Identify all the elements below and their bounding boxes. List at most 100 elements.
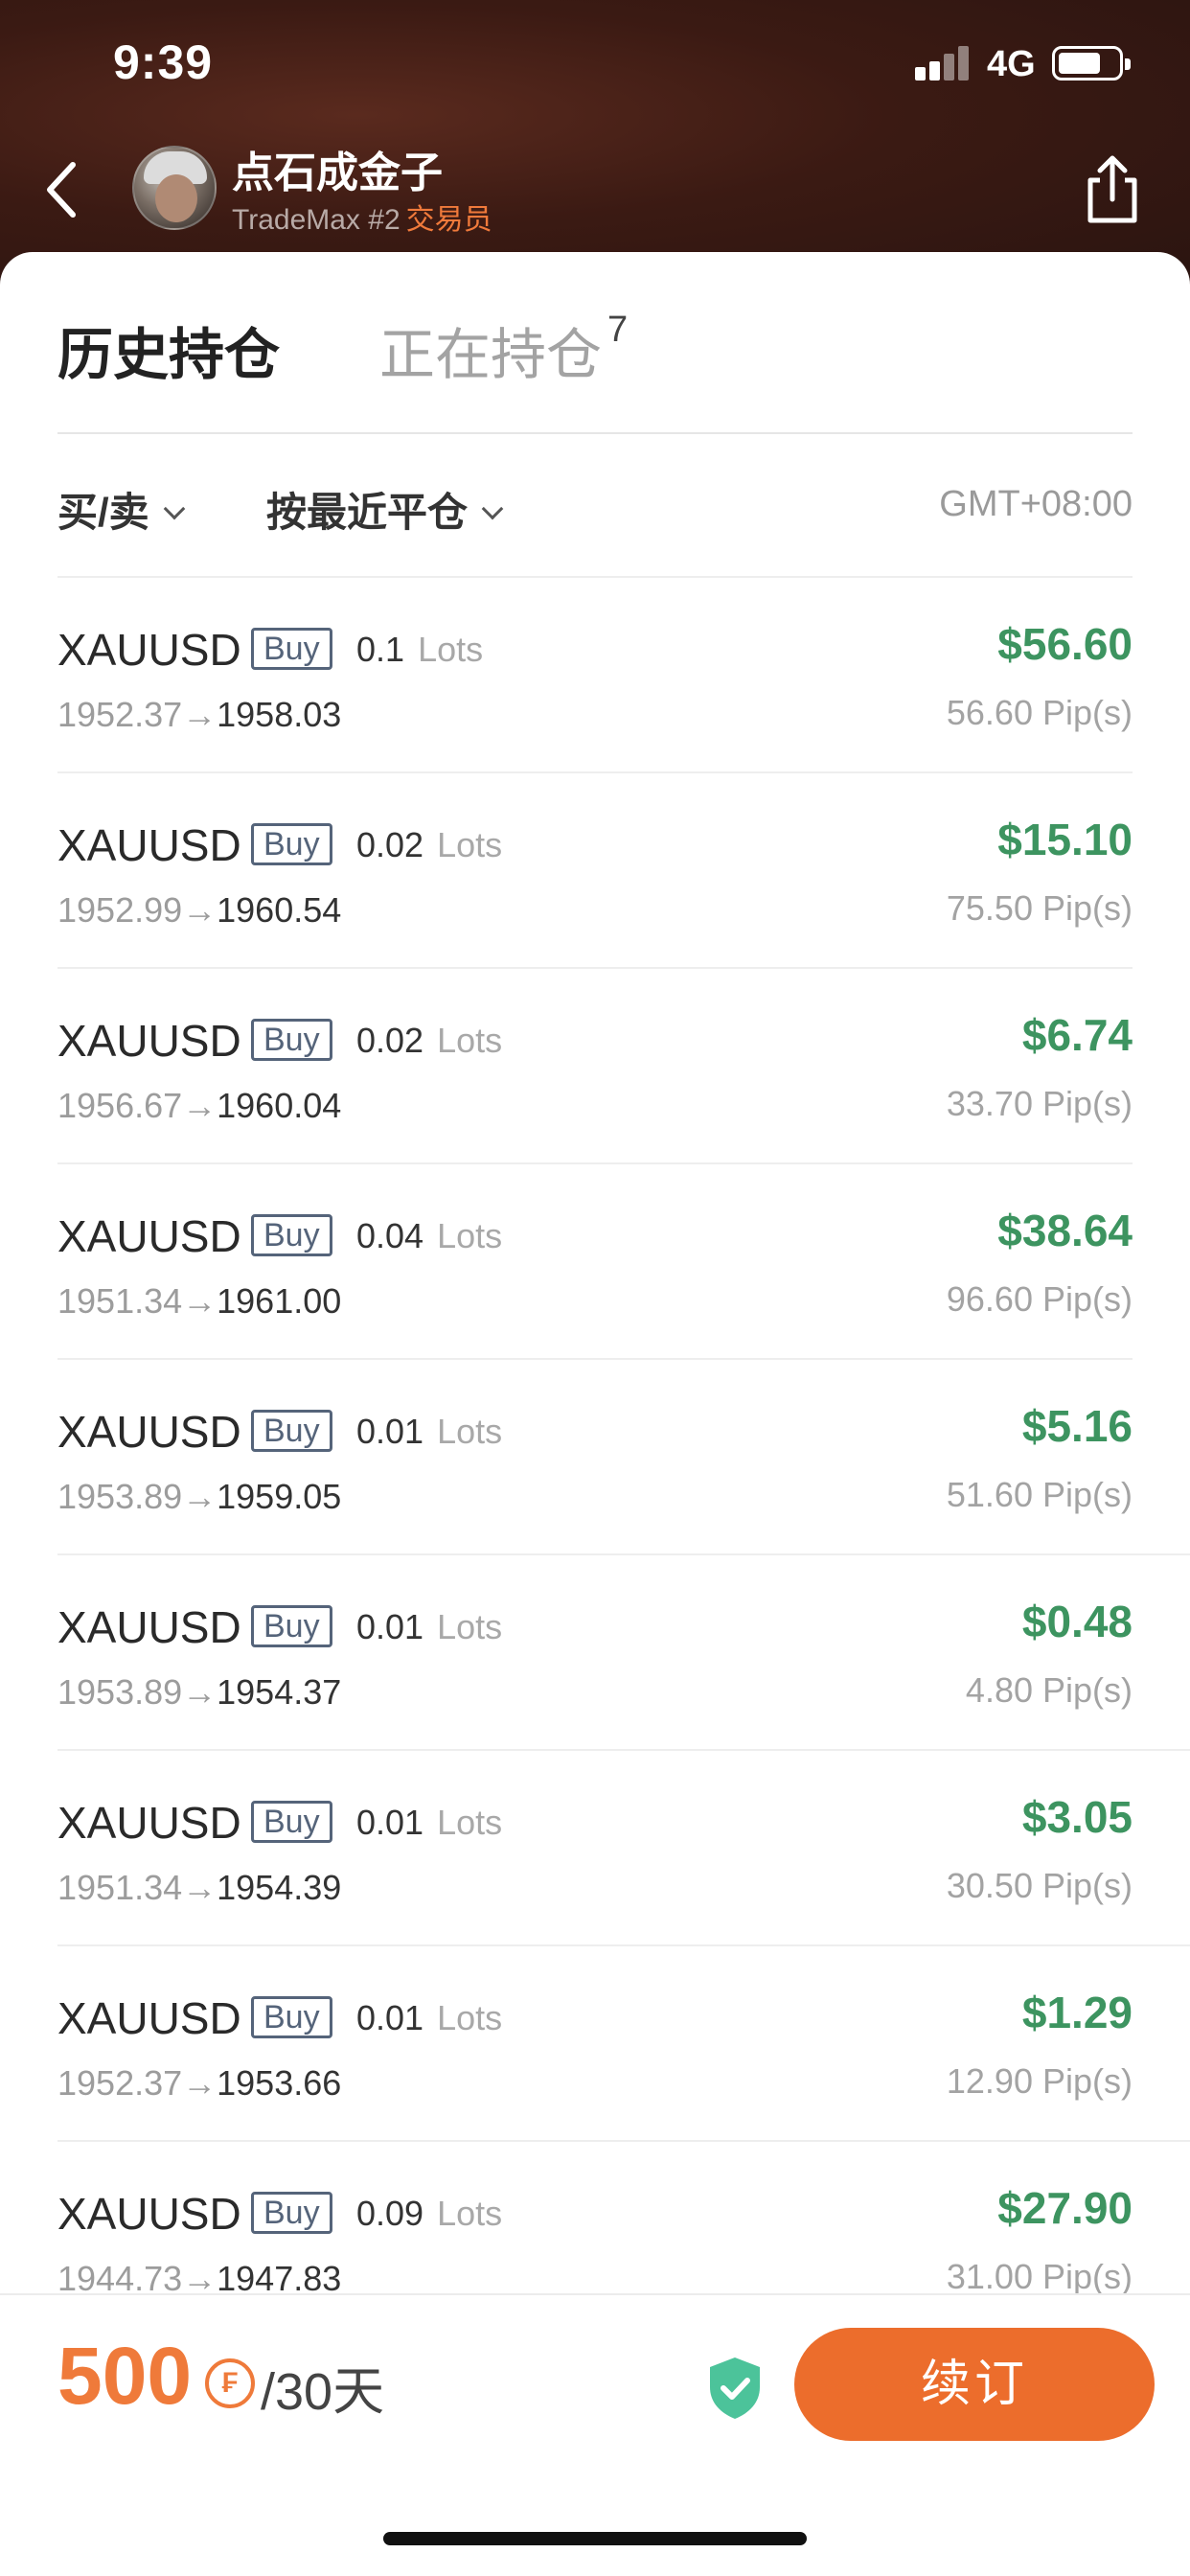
profit-value: $6.74: [1021, 1010, 1133, 1060]
side-filter-dropdown[interactable]: 买/卖: [57, 480, 185, 539]
side-badge: Buy: [251, 1019, 332, 1061]
filter-bar: 买/卖 按最近平仓 GMT+08:00: [57, 434, 1133, 578]
trader-subtitle: TradeMax #2 交易员: [232, 196, 492, 238]
close-price: 1959.05: [217, 1477, 342, 1516]
profit-value: $38.64: [997, 1206, 1133, 1255]
side-badge: Buy: [251, 1801, 332, 1843]
symbol-label: XAUUSD: [57, 1798, 241, 1848]
lots-size: 0.02: [356, 1021, 424, 1060]
lots-unit: Lots: [437, 1216, 503, 1255]
chevron-down-icon: [163, 497, 185, 520]
position-row[interactable]: XAUUSD Buy 0.01 Lots 1953.89→1954.37 $0.48 4.…: [57, 1555, 1190, 1751]
coin-icon: ₣: [205, 2358, 255, 2408]
profit-value: $5.16: [1021, 1401, 1133, 1451]
tab-history[interactable]: 历史持仓: [57, 310, 280, 390]
pips-value: 31.00 Pip(s): [946, 2257, 1133, 2296]
pips-value: 75.50 Pip(s): [946, 888, 1133, 928]
renew-button[interactable]: 续订: [794, 2328, 1155, 2441]
avatar[interactable]: [132, 146, 217, 230]
profit-value: $56.60: [997, 619, 1133, 669]
profit-value: $1.29: [1021, 1988, 1133, 2037]
arrow-right-icon: →: [182, 890, 217, 930]
subscription-price: 500: [57, 2331, 193, 2421]
lots-size: 0.04: [356, 1216, 424, 1255]
position-row[interactable]: XAUUSD Buy 0.01 Lots 1951.34→1954.39 $3.05 30…: [57, 1751, 1190, 1946]
lots-value: 0.02 Lots: [356, 1021, 502, 1061]
lots-value: 0.04 Lots: [356, 1216, 502, 1256]
status-time: 9:39: [113, 35, 214, 89]
position-row[interactable]: XAUUSD Buy 0.02 Lots 1956.67→1960.04 $6.74 33…: [57, 969, 1133, 1164]
lots-unit: Lots: [437, 1607, 503, 1646]
position-row[interactable]: XAUUSD Buy 0.04 Lots 1951.34→1961.00 $38.64 9…: [57, 1164, 1133, 1360]
position-row[interactable]: XAUUSD Buy 0.02 Lots 1952.99→1960.54 $15.10 7…: [57, 773, 1133, 969]
side-badge: Buy: [251, 1214, 332, 1256]
side-badge: Buy: [251, 1410, 332, 1452]
position-row[interactable]: XAUUSD Buy 0.01 Lots 1953.89→1959.05 $5.16 51…: [57, 1360, 1190, 1555]
side-badge: Buy: [251, 628, 332, 670]
arrow-right-icon: →: [182, 1477, 217, 1516]
trader-name: 点石成金子: [232, 150, 443, 196]
tab-bar: 历史持仓 正在持仓 7: [57, 310, 1133, 434]
lots-value: 0.01 Lots: [356, 1607, 502, 1647]
symbol-label: XAUUSD: [57, 1602, 241, 1652]
open-price: 1953.89: [57, 1477, 183, 1516]
lots-value: 0.1 Lots: [356, 630, 483, 670]
tab-open-label: 正在持仓: [379, 324, 603, 386]
lots-unit: Lots: [437, 1021, 503, 1060]
lots-value: 0.02 Lots: [356, 825, 502, 865]
close-price: 1961.00: [217, 1281, 342, 1321]
share-button[interactable]: [1081, 151, 1144, 228]
price-range: 1951.34→1961.00: [57, 1281, 341, 1322]
position-row[interactable]: XAUUSD Buy 0.1 Lots 1952.37→1958.03 $56.60 56…: [57, 578, 1133, 773]
open-price: 1951.34: [57, 1281, 183, 1321]
chevron-left-icon: [47, 162, 76, 218]
arrow-right-icon: →: [182, 1672, 217, 1712]
symbol-label: XAUUSD: [57, 1211, 241, 1261]
signal-icon: [915, 44, 973, 80]
side-badge: Buy: [251, 2192, 332, 2234]
content-sheet: 历史持仓 正在持仓 7 买/卖 按最近平仓 GMT+08:00 XAUUSD Buy…: [0, 252, 1190, 2576]
home-indicator: [383, 2532, 807, 2545]
open-count-badge: 7: [607, 310, 629, 350]
symbol-label: XAUUSD: [57, 1993, 241, 2043]
lots-unit: Lots: [437, 825, 503, 864]
lots-value: 0.09 Lots: [356, 2194, 502, 2234]
arrow-right-icon: →: [182, 2259, 217, 2298]
pips-value: 33.70 Pip(s): [946, 1084, 1133, 1123]
tab-open-positions[interactable]: 正在持仓 7: [379, 310, 628, 390]
pips-value: 51.60 Pip(s): [946, 1475, 1133, 1514]
sort-dropdown[interactable]: 按最近平仓: [266, 480, 504, 539]
symbol-label: XAUUSD: [57, 1407, 241, 1457]
price-range: 1951.34→1954.39: [57, 1868, 341, 1908]
price-range: 1953.89→1954.37: [57, 1672, 341, 1713]
position-row[interactable]: XAUUSD Buy 0.01 Lots 1952.37→1953.66 $1.29 12…: [57, 1946, 1190, 2142]
trader-rank: TradeMax #2: [232, 204, 400, 236]
trader-role: 交易员: [405, 204, 492, 236]
close-price: 1953.66: [217, 2063, 342, 2103]
back-button[interactable]: [34, 151, 92, 228]
lots-size: 0.01: [356, 1998, 424, 2037]
arrow-right-icon: →: [182, 2063, 217, 2103]
subscription-period: /30天: [261, 2363, 385, 2421]
side-filter-label: 买/卖: [57, 490, 149, 535]
arrow-right-icon: →: [182, 1086, 217, 1125]
lots-size: 0.01: [356, 1412, 424, 1451]
open-price: 1944.73: [57, 2259, 183, 2298]
profit-value: $27.90: [997, 2183, 1133, 2233]
open-price: 1953.89: [57, 1672, 183, 1712]
symbol-label: XAUUSD: [57, 625, 241, 675]
position-list: XAUUSD Buy 0.1 Lots 1952.37→1958.03 $56.60 56…: [57, 578, 1190, 2337]
lots-value: 0.01 Lots: [356, 1803, 502, 1843]
shield-check-icon: [705, 2355, 765, 2422]
symbol-label: XAUUSD: [57, 1016, 241, 1066]
arrow-right-icon: →: [182, 1868, 217, 1907]
close-price: 1954.37: [217, 1672, 342, 1712]
pips-value: 96.60 Pip(s): [946, 1279, 1133, 1319]
lots-unit: Lots: [437, 1412, 503, 1451]
close-price: 1947.83: [217, 2259, 342, 2298]
lots-value: 0.01 Lots: [356, 1998, 502, 2038]
price-range: 1952.99→1960.54: [57, 890, 341, 931]
profit-value: $3.05: [1021, 1792, 1133, 1842]
close-price: 1958.03: [217, 695, 342, 734]
sort-label: 按最近平仓: [266, 490, 469, 535]
